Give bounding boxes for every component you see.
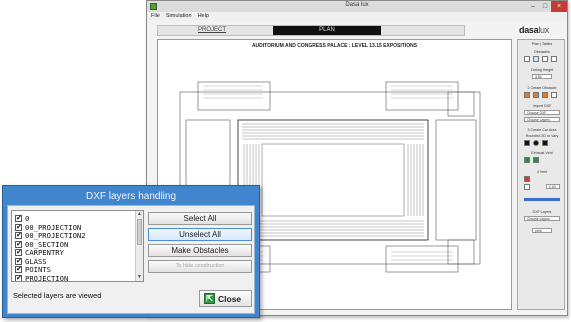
checkbox-checked-icon[interactable]: ✔ xyxy=(15,266,22,273)
ceiling-height-input[interactable]: 3.50 xyxy=(532,74,552,79)
direction-arrow-icon[interactable] xyxy=(524,198,560,201)
dialog-body: ✔ 0 ✔ 00_PROJECTION ✔ 00_PROJECTION2 ✔ 00_SE… xyxy=(7,205,255,314)
select-tool-icon[interactable] xyxy=(524,56,530,62)
section-ceiling: Ceiling Height xyxy=(530,68,554,72)
select-all-button[interactable]: Select All xyxy=(148,212,252,225)
close-button-label: Close xyxy=(218,293,242,304)
minimize-icon[interactable]: – xyxy=(527,1,539,12)
checkbox-checked-icon[interactable]: ✔ xyxy=(15,257,22,265)
scroll-thumb[interactable] xyxy=(137,219,142,245)
checkbox-checked-icon[interactable]: ✔ xyxy=(15,223,22,231)
menu-bar: File Simulation Help xyxy=(147,12,567,21)
tab-plan[interactable]: PLAN xyxy=(273,26,381,35)
fit-tool-icon[interactable] xyxy=(551,56,557,62)
close-button[interactable]: ⇱ Close xyxy=(199,290,252,307)
car-area-icon[interactable] xyxy=(542,140,548,146)
exit-icon: ⇱ xyxy=(204,293,215,304)
car-circle-icon[interactable] xyxy=(533,140,539,146)
layer-list-scrollbar[interactable]: ▲ ▼ xyxy=(135,211,143,281)
car-square-icon[interactable] xyxy=(524,140,530,146)
obstacle-poly-icon[interactable] xyxy=(542,92,548,98)
checkbox-checked-icon[interactable]: ✔ xyxy=(15,215,22,222)
exhaust-grid-icon[interactable] xyxy=(533,157,539,163)
menu-simulation[interactable]: Simulation xyxy=(166,12,192,21)
choose-layers-button[interactable]: Choose Layers xyxy=(524,117,560,122)
section-dxf-layers: DXF Layers xyxy=(532,210,552,214)
scroll-up-icon[interactable]: ▲ xyxy=(136,211,143,218)
tab-project[interactable]: PROJECT xyxy=(198,27,226,33)
status-text: Selected layers are viewed xyxy=(13,291,102,300)
exhaust-vent-icon[interactable] xyxy=(524,157,530,163)
dxf-layers-dialog: DXF layers handling ✔ 0 ✔ 00_PROJECTION ✔ 0… xyxy=(2,185,260,318)
window-controls: – □ × xyxy=(527,1,567,12)
section-import-dxf: Import DXF xyxy=(532,104,552,108)
brand-logo: dasalux xyxy=(519,25,549,35)
choose-dxf-button[interactable]: Choose DXF xyxy=(524,110,560,115)
vent-red-icon[interactable] xyxy=(524,176,530,182)
list-item[interactable]: ✔ PROJECTION xyxy=(15,273,69,282)
panel-tabs: Plan | Tables xyxy=(531,42,553,46)
section-car-area: 3 Create Car Area xyxy=(527,128,557,132)
checkbox-checked-icon[interactable]: ✔ xyxy=(15,249,22,256)
view-tabs: PROJECT PLAN xyxy=(157,25,465,36)
pan-tool-icon[interactable] xyxy=(542,56,548,62)
obstacle-rect-icon[interactable] xyxy=(524,92,530,98)
section-create-obstacle: 2 Create Obstacle xyxy=(527,86,557,90)
logo-lite: lux xyxy=(538,25,549,35)
vent-option-icon[interactable] xyxy=(524,184,530,190)
checkbox-checked-icon[interactable]: ✔ xyxy=(15,232,22,239)
dialog-title: DXF layers handling xyxy=(85,191,177,202)
panel-tab-plan[interactable]: Plan xyxy=(532,42,539,46)
checkbox-checked-icon[interactable]: ✔ xyxy=(15,274,22,281)
section-obstacles: Obstacles xyxy=(534,50,550,54)
obstacle-circle-icon[interactable] xyxy=(533,92,539,98)
logo-bold: dasa xyxy=(519,25,539,35)
obstacle-line-icon[interactable] xyxy=(551,92,557,98)
panel-tab-tables[interactable]: Tables xyxy=(542,42,552,46)
maximize-icon[interactable]: □ xyxy=(539,1,551,12)
scroll-down-icon[interactable]: ▼ xyxy=(136,274,143,281)
layer-name: PROJECTION xyxy=(25,273,69,282)
zoom-tool-icon[interactable] xyxy=(533,56,539,62)
vent-value-input[interactable]: 0.00 xyxy=(546,184,560,189)
menu-file[interactable]: File xyxy=(151,12,160,21)
unselect-all-button[interactable]: Unselect All xyxy=(148,228,252,241)
window-title: Dasa lux xyxy=(345,2,369,8)
section-vent: 4 Vent xyxy=(536,170,548,174)
window-close-icon[interactable]: × xyxy=(551,1,567,12)
layer-list[interactable]: ✔ 0 ✔ 00_PROJECTION ✔ 00_PROJECTION2 ✔ 00_SE… xyxy=(11,210,144,282)
tool-panel: Plan | Tables Obstacles Ceiling Height 3… xyxy=(517,39,565,310)
make-obstacles-button[interactable]: Make Obstacles xyxy=(148,244,252,257)
print-button[interactable]: print xyxy=(532,228,552,233)
section-rounded: Rounded 2D or Vary xyxy=(525,134,559,138)
section-exhaust: Exhaust Vent xyxy=(531,151,553,155)
checkbox-checked-icon[interactable]: ✔ xyxy=(15,240,22,248)
menu-help[interactable]: Help xyxy=(198,12,209,21)
disabled-action-button: To hide construction xyxy=(148,260,252,273)
dxf-choose-layers-button[interactable]: Choose Layers xyxy=(524,216,560,221)
